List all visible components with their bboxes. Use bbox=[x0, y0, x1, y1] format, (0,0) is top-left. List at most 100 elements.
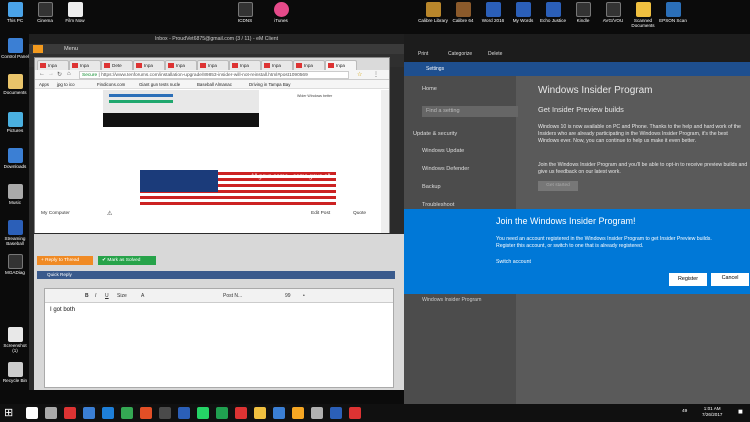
bookmark-driving-tampa[interactable]: Driving in Tampa Bay bbox=[249, 82, 290, 87]
taskbar-app-icon[interactable] bbox=[235, 407, 247, 419]
register-button[interactable]: Register bbox=[669, 273, 707, 286]
taskbar-app-icon[interactable] bbox=[292, 407, 304, 419]
font-color-button[interactable]: A bbox=[141, 293, 144, 299]
action-center-icon[interactable]: ■ bbox=[738, 407, 743, 416]
back-icon[interactable]: ← bbox=[39, 71, 45, 77]
menu-button[interactable]: Menu bbox=[64, 44, 78, 54]
icdns-icon[interactable]: ICDNS bbox=[230, 2, 260, 23]
documents-icon[interactable]: Documents bbox=[0, 74, 30, 95]
browser-tab[interactable]: Inpa bbox=[229, 60, 261, 70]
taskbar-app-icon[interactable] bbox=[254, 407, 266, 419]
find-setting-input[interactable]: Find a setting bbox=[422, 106, 518, 117]
browser-tab[interactable]: Dete bbox=[101, 60, 133, 70]
warning-icon[interactable]: ⚠ bbox=[107, 210, 112, 217]
cinema-icon[interactable]: Cinema bbox=[30, 2, 60, 23]
streaming-baseball-icon[interactable]: Streaming Baseball bbox=[0, 220, 30, 246]
taskbar-app-icon[interactable] bbox=[64, 407, 76, 419]
bookmark-baseball-almanac[interactable]: Baseball Almanac bbox=[197, 82, 232, 87]
browser-tab[interactable]: Inpa bbox=[293, 60, 325, 70]
reply-textarea[interactable]: I got both bbox=[45, 303, 393, 317]
taskbar-app-icon[interactable] bbox=[273, 407, 285, 419]
forward-icon[interactable]: → bbox=[48, 71, 54, 77]
taskbar-clock[interactable]: 1:01 AM 7/26/2017 bbox=[702, 406, 722, 418]
browser-tab[interactable]: Inpa bbox=[261, 60, 293, 70]
scanned-documents-icon[interactable]: Scanned Documents bbox=[628, 2, 658, 28]
downloads-icon[interactable]: Downloads bbox=[0, 148, 30, 169]
get-started-button[interactable]: Get started bbox=[538, 181, 578, 191]
italic-button[interactable]: I bbox=[95, 293, 96, 299]
taskbar-app-icon[interactable] bbox=[216, 407, 228, 419]
page-scrollbar[interactable] bbox=[381, 90, 389, 233]
clock-date: 7/26/2017 bbox=[702, 412, 723, 417]
list-button[interactable]: • bbox=[303, 293, 305, 299]
browser-tab[interactable]: Inpa bbox=[37, 60, 69, 70]
control-panel-icon[interactable]: Control Panel bbox=[0, 38, 30, 59]
taskbar-app-icon[interactable] bbox=[102, 407, 114, 419]
nav-backup[interactable]: Backup bbox=[422, 184, 441, 190]
settings-home[interactable]: Home bbox=[422, 86, 437, 92]
bookmark-star-icon[interactable]: ☆ bbox=[357, 71, 362, 78]
print-button[interactable]: Print bbox=[418, 51, 428, 57]
my-words-icon[interactable]: My Words bbox=[508, 2, 538, 23]
browser-tab-active[interactable]: Inpa bbox=[325, 60, 357, 70]
taskbar-app-icon[interactable] bbox=[26, 407, 38, 419]
taskbar-app-icon[interactable] bbox=[45, 407, 57, 419]
bookmark-giant-gun[interactable]: Giant gun tests nucle bbox=[139, 82, 180, 87]
music-icon[interactable]: Music bbox=[0, 184, 30, 205]
pictures-icon[interactable]: Pictures bbox=[0, 112, 30, 133]
calibre-64-icon[interactable]: Calibre 64 bbox=[448, 2, 478, 23]
delete-button[interactable]: Delete bbox=[488, 51, 502, 57]
start-icon[interactable]: ⊞ bbox=[4, 406, 13, 419]
screenshot-file-icon[interactable]: Screenshot (1) bbox=[0, 327, 30, 353]
browser-tab[interactable]: Inpa bbox=[69, 60, 101, 70]
url-input[interactable]: Secure | https://www.tenforums.com/insta… bbox=[79, 71, 349, 79]
bookmark-apps[interactable]: Apps bbox=[39, 82, 49, 87]
bold-button[interactable]: B bbox=[85, 293, 89, 299]
browser-tab[interactable]: Inpa bbox=[165, 60, 197, 70]
mgadiag-icon[interactable]: MGADiag bbox=[0, 254, 30, 275]
mark-as-solved-button[interactable]: ✔ Mark as Solved bbox=[98, 256, 156, 265]
taskbar-app-icon[interactable] bbox=[349, 407, 361, 419]
recycle-bin-icon[interactable]: Recycle Bin bbox=[0, 362, 30, 383]
taskbar-app-icon[interactable] bbox=[83, 407, 95, 419]
taskbar-app-icon[interactable] bbox=[330, 407, 342, 419]
switch-account-link[interactable]: Switch account bbox=[496, 259, 531, 265]
categorize-button[interactable]: Categorize bbox=[448, 51, 472, 57]
quote-tool-button[interactable]: 99 bbox=[285, 293, 291, 299]
avg-icon[interactable]: AVG/VOU bbox=[598, 2, 628, 23]
cancel-button[interactable]: Cancel bbox=[711, 273, 749, 286]
size-dropdown[interactable]: Size bbox=[117, 293, 127, 299]
post-screenshot-image[interactable] bbox=[103, 90, 259, 127]
quote-button[interactable]: Quote bbox=[353, 211, 366, 216]
underline-button[interactable]: U bbox=[105, 293, 109, 299]
reply-to-thread-button[interactable]: + Reply to Thread bbox=[37, 256, 93, 265]
post-icons-dropdown[interactable]: Post N... bbox=[223, 293, 242, 299]
kindle-icon[interactable]: Kindle bbox=[568, 2, 598, 23]
taskbar-app-icon[interactable] bbox=[178, 407, 190, 419]
bookmark-jpg-to-ico[interactable]: jpg to ico bbox=[57, 82, 75, 87]
chrome-menu-icon[interactable]: ⋮ bbox=[373, 71, 379, 78]
film-now-icon[interactable]: Film Now bbox=[60, 2, 90, 23]
calibre-library-icon[interactable]: Calibre Library bbox=[418, 2, 448, 23]
reload-icon[interactable]: ↻ bbox=[57, 71, 62, 78]
nav-windows-defender[interactable]: Windows Defender bbox=[422, 166, 469, 172]
taskbar-app-icon[interactable] bbox=[159, 407, 171, 419]
edit-post-button[interactable]: Edit Post bbox=[311, 211, 330, 216]
browser-tab[interactable]: Inpa bbox=[133, 60, 165, 70]
taskbar-app-icon[interactable] bbox=[311, 407, 323, 419]
nav-windows-update[interactable]: Windows Update bbox=[422, 148, 464, 154]
home-icon[interactable]: ⌂ bbox=[67, 71, 71, 77]
echo-justice-icon[interactable]: Echo Justice bbox=[538, 2, 568, 23]
this-pc-icon[interactable]: This PC bbox=[0, 2, 30, 23]
bookmark-findicons[interactable]: Findicons.com bbox=[97, 82, 125, 87]
taskbar-app-icon[interactable] bbox=[121, 407, 133, 419]
epson-scan-icon[interactable]: EPSON Scan bbox=[658, 2, 688, 23]
word-2016-icon[interactable]: Word 2016 bbox=[478, 2, 508, 23]
my-computer-link[interactable]: My Computer bbox=[41, 211, 70, 216]
itunes-icon[interactable]: iTunes bbox=[266, 2, 296, 23]
browser-tab[interactable]: Inpa bbox=[197, 60, 229, 70]
nav-troubleshoot[interactable]: Troubleshoot bbox=[422, 202, 454, 208]
taskbar-app-icon[interactable] bbox=[140, 407, 152, 419]
nav-windows-insider-program[interactable]: Windows Insider Program bbox=[422, 297, 481, 303]
taskbar-app-icon[interactable] bbox=[197, 407, 209, 419]
